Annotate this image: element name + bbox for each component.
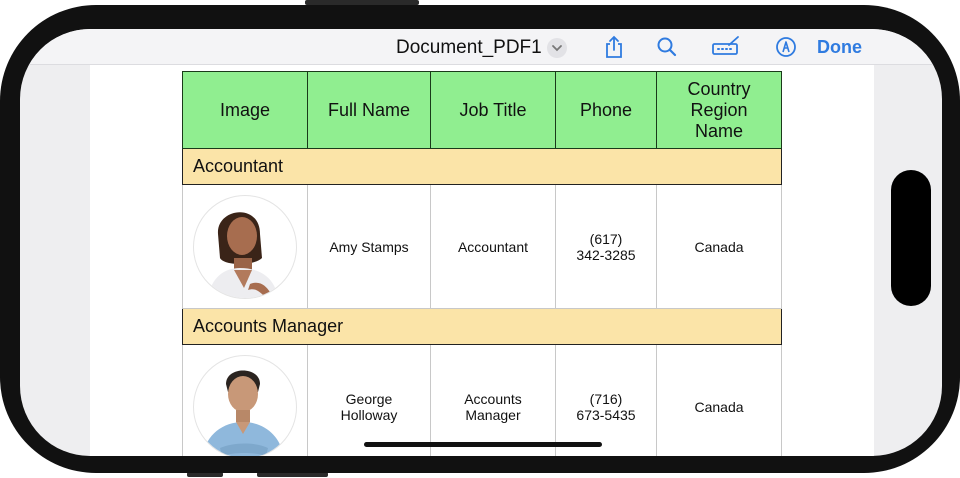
- header-full-name: Full Name: [307, 71, 431, 149]
- pdf-page[interactable]: Image Full Name Job Title Phone Country …: [90, 65, 874, 456]
- document-title[interactable]: Document_PDF1: [396, 37, 542, 59]
- header-job-title: Job Title: [430, 71, 556, 149]
- group-header-row: Accountant: [182, 148, 782, 185]
- phone-cell: (716) 673-5435: [555, 344, 657, 456]
- markup-pen-icon[interactable]: [775, 35, 797, 64]
- share-icon[interactable]: [603, 35, 625, 64]
- image-cell: [182, 184, 308, 309]
- phone-cell: (617) 342-3285: [555, 184, 657, 309]
- full-name-cell: Amy Stamps: [307, 184, 431, 309]
- full-name-cell: George Holloway: [307, 344, 431, 456]
- camera-cutout: [891, 170, 931, 306]
- chevron-down-icon[interactable]: [547, 38, 567, 58]
- group-header-row: Accounts Manager: [182, 308, 782, 345]
- avatar: [193, 354, 297, 456]
- image-cell: [182, 344, 308, 456]
- job-title-cell: Accountant: [430, 184, 556, 309]
- header-image: Image: [182, 71, 308, 149]
- job-title-cell: Accounts Manager: [430, 344, 556, 456]
- country-cell: Canada: [656, 344, 782, 456]
- header-phone: Phone: [555, 71, 657, 149]
- group-label: Accountant: [182, 148, 782, 185]
- done-button[interactable]: Done: [817, 37, 862, 58]
- contacts-table: Image Full Name Job Title Phone Country …: [182, 71, 782, 456]
- group-label: Accounts Manager: [182, 308, 782, 345]
- navigation-bar: Document_PDF1 Done: [20, 29, 942, 65]
- home-indicator[interactable]: [364, 442, 602, 447]
- table-header-row: Image Full Name Job Title Phone Country …: [182, 71, 782, 149]
- header-country-region-name: Country Region Name: [656, 71, 782, 149]
- search-icon[interactable]: [656, 35, 678, 64]
- signature-icon[interactable]: [711, 35, 741, 64]
- phone-frame: Document_PDF1 Done Image Full Name Job T…: [0, 5, 960, 473]
- country-cell: Canada: [656, 184, 782, 309]
- table-row: George Holloway Accounts Manager (716) 6…: [182, 344, 782, 456]
- avatar: [193, 194, 297, 299]
- table-row: Amy Stamps Accountant (617) 342-3285 Can…: [182, 184, 782, 309]
- screen: Document_PDF1 Done Image Full Name Job T…: [20, 29, 942, 456]
